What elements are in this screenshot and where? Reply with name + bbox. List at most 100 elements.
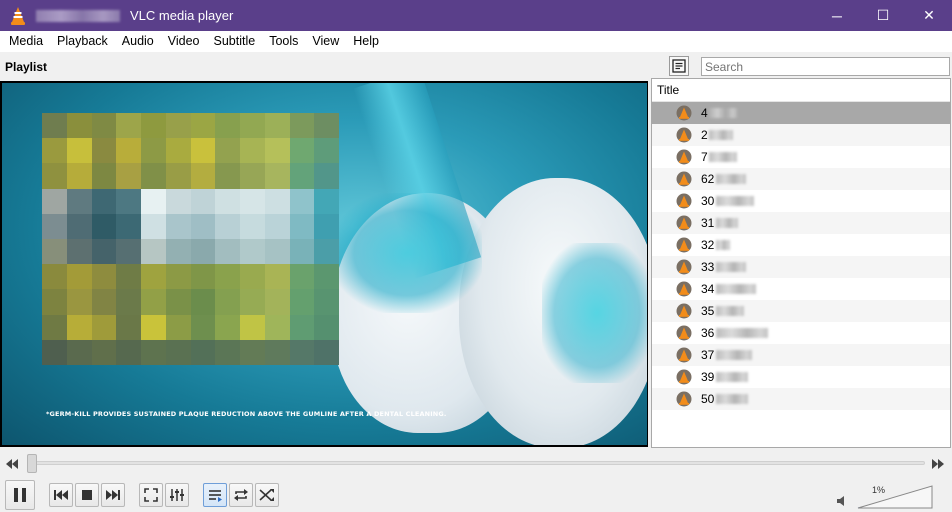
video-splash-left — [332, 193, 482, 313]
mosaic-block — [91, 314, 117, 340]
playlist-item[interactable]: 4 — [652, 102, 950, 124]
mosaic-block — [91, 213, 117, 239]
media-file-icon — [676, 193, 692, 209]
mosaic-block — [141, 289, 166, 315]
playlist-item[interactable]: 62 — [652, 168, 950, 190]
menu-video[interactable]: Video — [161, 31, 207, 52]
video-splash-right — [542, 243, 647, 383]
mosaic-block — [264, 339, 290, 365]
playlist-item[interactable]: 7 — [652, 146, 950, 168]
playlist-item[interactable]: 37 — [652, 344, 950, 366]
blurred-title-text — [716, 394, 748, 404]
blurred-title-text — [716, 328, 768, 338]
previous-button[interactable] — [49, 483, 73, 507]
next-button[interactable] — [101, 483, 125, 507]
mosaic-block — [165, 213, 191, 239]
mosaic-block — [42, 188, 67, 214]
extended-settings-button[interactable] — [165, 483, 189, 507]
column-header-title[interactable]: Title — [652, 79, 950, 102]
playlist-item-title: 30 — [701, 194, 715, 208]
menu-media[interactable]: Media — [2, 31, 50, 52]
minimize-button[interactable]: ─ — [814, 0, 860, 31]
seek-track[interactable] — [29, 461, 925, 465]
mosaic-block — [215, 239, 240, 265]
mosaic-block — [66, 239, 92, 265]
menu-help[interactable]: Help — [346, 31, 386, 52]
minimize-icon: ─ — [832, 7, 842, 24]
seek-forward-button[interactable] — [931, 457, 945, 471]
mosaic-block — [289, 239, 315, 265]
loop-button[interactable] — [229, 483, 253, 507]
playlist-item-title: 33 — [701, 260, 715, 274]
mosaic-block — [215, 339, 240, 365]
mosaic-block — [314, 138, 339, 164]
playlist-view-button[interactable] — [669, 56, 689, 76]
playlist-item[interactable]: 35 — [652, 300, 950, 322]
window-controls: ─ ☐ ✕ — [814, 0, 952, 31]
playlist-item[interactable]: 33 — [652, 256, 950, 278]
fullscreen-button[interactable] — [139, 483, 163, 507]
mosaic-block — [215, 163, 240, 189]
mosaic-block — [264, 213, 290, 239]
mosaic-block — [190, 339, 216, 365]
close-button[interactable]: ✕ — [906, 0, 952, 31]
menu-audio[interactable]: Audio — [115, 31, 161, 52]
mosaic-block — [215, 314, 240, 340]
mosaic-block — [91, 188, 117, 214]
menu-view[interactable]: View — [305, 31, 346, 52]
mosaic-block — [289, 213, 315, 239]
mosaic-block — [91, 289, 117, 315]
menu-playback[interactable]: Playback — [50, 31, 115, 52]
maximize-icon: ☐ — [876, 7, 890, 23]
toggle-playlist-button[interactable] — [203, 483, 227, 507]
volume-icon[interactable] — [836, 494, 850, 508]
seek-backward-button[interactable] — [5, 457, 19, 471]
pause-button[interactable] — [5, 480, 35, 510]
mosaic-block — [116, 339, 141, 365]
media-file-icon — [676, 171, 692, 187]
playlist-search-input[interactable] — [701, 57, 950, 76]
playlist-item[interactable]: 30 — [652, 190, 950, 212]
mosaic-block — [215, 138, 240, 164]
blurred-title-text — [716, 350, 752, 360]
menu-tools[interactable]: Tools — [262, 31, 305, 52]
menu-subtitle[interactable]: Subtitle — [207, 31, 263, 52]
mosaic-block — [165, 339, 191, 365]
playlist-item-title: 34 — [701, 282, 715, 296]
mosaic-block — [289, 163, 315, 189]
mosaic-block — [91, 264, 117, 290]
close-icon: ✕ — [923, 7, 935, 23]
mosaic-block — [116, 138, 141, 164]
mosaic-block — [190, 163, 216, 189]
mosaic-block — [141, 314, 166, 340]
mosaic-block — [190, 289, 216, 315]
mosaic-block — [190, 188, 216, 214]
volume-slider[interactable] — [857, 485, 933, 509]
mosaic-block — [240, 314, 265, 340]
mosaic-block — [42, 314, 67, 340]
vlc-cone-icon — [8, 6, 28, 26]
video-area[interactable]: *GERM-KILL PROVIDES SUSTAINED PLAQUE RED… — [0, 81, 648, 447]
mosaic-block — [215, 289, 240, 315]
media-file-icon — [676, 303, 692, 319]
playlist-item[interactable]: 34 — [652, 278, 950, 300]
blurred-title-text — [716, 262, 746, 272]
shuffle-button[interactable] — [255, 483, 279, 507]
mosaic-block — [314, 163, 339, 189]
playlist-item[interactable]: 36 — [652, 322, 950, 344]
playlist-item[interactable]: 2 — [652, 124, 950, 146]
playlist-item-title: 36 — [701, 326, 715, 340]
mosaic-block — [215, 264, 240, 290]
playlist-item[interactable]: 50 — [652, 388, 950, 410]
playlist-item[interactable]: 31 — [652, 212, 950, 234]
playlist-item[interactable]: 39 — [652, 366, 950, 388]
window-title: VLC media player — [130, 8, 234, 23]
playlist-list[interactable]: Title 4 2 7 62 30 31 32 33 34 35 36 37 39 50 — [651, 78, 951, 448]
mosaic-block — [66, 113, 92, 139]
seek-handle[interactable] — [27, 454, 37, 473]
playlist-item[interactable]: 32 — [652, 234, 950, 256]
stop-button[interactable] — [75, 483, 99, 507]
mosaic-block — [264, 239, 290, 265]
media-file-icon — [676, 215, 692, 231]
maximize-button[interactable]: ☐ — [860, 0, 906, 31]
